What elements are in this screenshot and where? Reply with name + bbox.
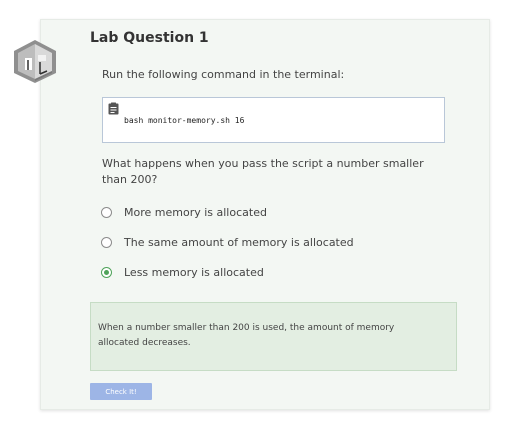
radio-button[interactable]: [101, 236, 112, 248]
option-label: The same amount of memory is allocated: [124, 235, 354, 249]
page-title: Lab Question 1: [90, 30, 209, 46]
question-text: What happens when you pass the script a …: [102, 157, 424, 186]
feedback-text: When a number smaller than 200 is used, …: [98, 323, 395, 348]
radio-button-selected[interactable]: [101, 266, 112, 278]
command-text: bash monitor-memory.sh 16: [124, 116, 245, 125]
option-same-memory[interactable]: The same amount of memory is allocated: [101, 235, 354, 249]
option-label: More memory is allocated: [124, 205, 267, 219]
option-less-memory[interactable]: Less memory is allocated: [101, 265, 264, 279]
radio-button[interactable]: [101, 206, 112, 218]
document-icon[interactable]: [108, 102, 119, 115]
check-it-button[interactable]: Check It!: [90, 383, 152, 400]
code-block[interactable]: bash monitor-memory.sh 16: [102, 97, 445, 143]
feedback-panel: When a number smaller than 200 is used, …: [90, 302, 457, 371]
option-label: Less memory is allocated: [124, 265, 264, 279]
instruction-text: Run the following command in the termina…: [102, 68, 345, 81]
option-more-memory[interactable]: More memory is allocated: [101, 205, 267, 219]
lab-room-icon: [14, 40, 56, 83]
